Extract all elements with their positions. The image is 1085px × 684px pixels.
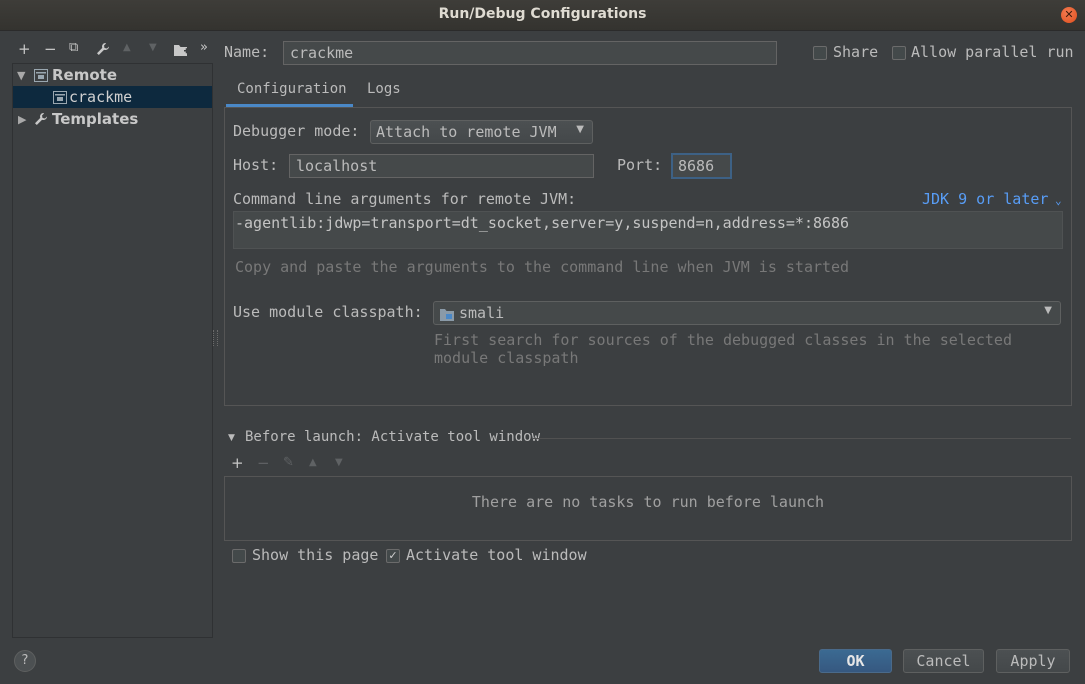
- copy-icon[interactable]: ⧉: [69, 40, 78, 55]
- cancel-button[interactable]: Cancel: [903, 649, 984, 673]
- configuration-tree[interactable]: ▼ Remote crackme ▶ Templates: [12, 63, 213, 638]
- module-classpath-dropdown[interactable]: smali ▼: [433, 301, 1061, 325]
- add-configuration-button[interactable]: +: [18, 40, 31, 58]
- name-field[interactable]: crackme: [283, 41, 777, 65]
- jdk-version-link[interactable]: JDK 9 or later ⌄: [922, 190, 1062, 208]
- port-field[interactable]: 8686: [671, 153, 732, 179]
- tree-group-remote[interactable]: ▼ Remote: [13, 64, 212, 86]
- share-checkbox[interactable]: [813, 46, 827, 60]
- tree-group-templates[interactable]: ▶ Templates: [13, 108, 212, 130]
- before-launch-task-list[interactable]: There are no tasks to run before launch: [224, 476, 1072, 541]
- allow-parallel-run-checkbox[interactable]: [892, 46, 906, 60]
- move-task-up-icon[interactable]: ▲: [309, 457, 317, 468]
- tree-group-label: Remote: [52, 66, 118, 84]
- remove-task-button[interactable]: −: [257, 454, 270, 472]
- edit-task-icon[interactable]: ✎: [283, 455, 294, 470]
- show-this-page-checkbox[interactable]: [232, 549, 246, 563]
- activate-tool-window-label: Activate tool window: [406, 546, 587, 564]
- show-this-page-label: Show this page: [252, 546, 379, 564]
- tab-configuration-label: Configuration: [237, 81, 347, 97]
- move-up-icon[interactable]: ▲: [123, 42, 131, 53]
- ok-button[interactable]: OK: [819, 649, 892, 673]
- name-label: Name:: [224, 43, 270, 61]
- cmd-args-value: -agentlib:jdwp=transport=dt_socket,serve…: [235, 214, 850, 232]
- cmd-args-textarea[interactable]: -agentlib:jdwp=transport=dt_socket,serve…: [233, 211, 1063, 249]
- module-hint-line-1: First search for sources of the debugged…: [434, 331, 1012, 349]
- chevron-down-icon: ▼: [576, 124, 584, 135]
- configuration-panel: [224, 107, 1072, 406]
- remote-icon: [34, 68, 48, 86]
- allow-parallel-run-label: Allow parallel run: [911, 43, 1074, 61]
- help-icon[interactable]: ?: [14, 650, 36, 672]
- tree-item-label: crackme: [69, 88, 133, 106]
- debugger-mode-value: Attach to remote JVM: [376, 123, 557, 141]
- apply-button[interactable]: Apply: [996, 649, 1070, 673]
- tree-templates-label: Templates: [52, 110, 139, 128]
- activate-tool-window-checkbox[interactable]: ✓: [386, 549, 400, 563]
- title-bar: Run/Debug Configurations ✕: [0, 0, 1085, 31]
- expanded-arrow-icon[interactable]: ▼: [17, 69, 25, 82]
- jdk-version-label: JDK 9 or later: [922, 190, 1049, 208]
- wrench-icon[interactable]: [96, 42, 110, 60]
- module-icon: [440, 307, 454, 325]
- module-classpath-value: smali: [459, 304, 505, 322]
- remove-configuration-button[interactable]: −: [44, 40, 57, 58]
- close-icon[interactable]: ✕: [1061, 7, 1077, 23]
- before-launch-divider: [533, 438, 1071, 439]
- host-label: Host:: [233, 156, 279, 174]
- tab-configuration[interactable]: Configuration: [226, 80, 353, 107]
- collapsed-arrow-icon[interactable]: ▶: [18, 113, 26, 126]
- debugger-mode-dropdown[interactable]: Attach to remote JVM ▼: [370, 120, 593, 144]
- more-icon[interactable]: »: [200, 40, 208, 55]
- before-launch-title: Before launch: Activate tool window: [245, 429, 541, 445]
- move-task-down-icon[interactable]: ▼: [335, 457, 343, 468]
- move-down-icon[interactable]: ▼: [149, 42, 157, 53]
- add-task-button[interactable]: +: [231, 454, 244, 472]
- module-hint-line-2: module classpath: [434, 349, 579, 367]
- empty-tasks-message: There are no tasks to run before launch: [471, 493, 825, 511]
- host-field[interactable]: localhost: [289, 154, 594, 178]
- collapse-arrow-icon[interactable]: ▼: [228, 433, 235, 443]
- cmd-args-label: Command line arguments for remote JVM:: [233, 190, 577, 208]
- module-classpath-label: Use module classpath:: [233, 303, 423, 321]
- share-label: Share: [833, 43, 879, 61]
- window-title: Run/Debug Configurations: [438, 6, 647, 22]
- tab-logs[interactable]: Logs: [367, 81, 401, 97]
- wrench-icon: [34, 112, 48, 130]
- cmd-args-hint: Copy and paste the arguments to the comm…: [235, 258, 850, 276]
- chevron-down-icon: ⌄: [1048, 194, 1062, 207]
- remote-config-icon: [53, 90, 67, 108]
- port-label: Port:: [617, 156, 663, 174]
- tree-item-crackme[interactable]: crackme: [13, 86, 212, 108]
- chevron-down-icon: ▼: [1044, 305, 1052, 316]
- debugger-mode-label: Debugger mode:: [233, 122, 360, 140]
- new-folder-icon[interactable]: [174, 43, 189, 61]
- splitter-handle[interactable]: [213, 330, 218, 346]
